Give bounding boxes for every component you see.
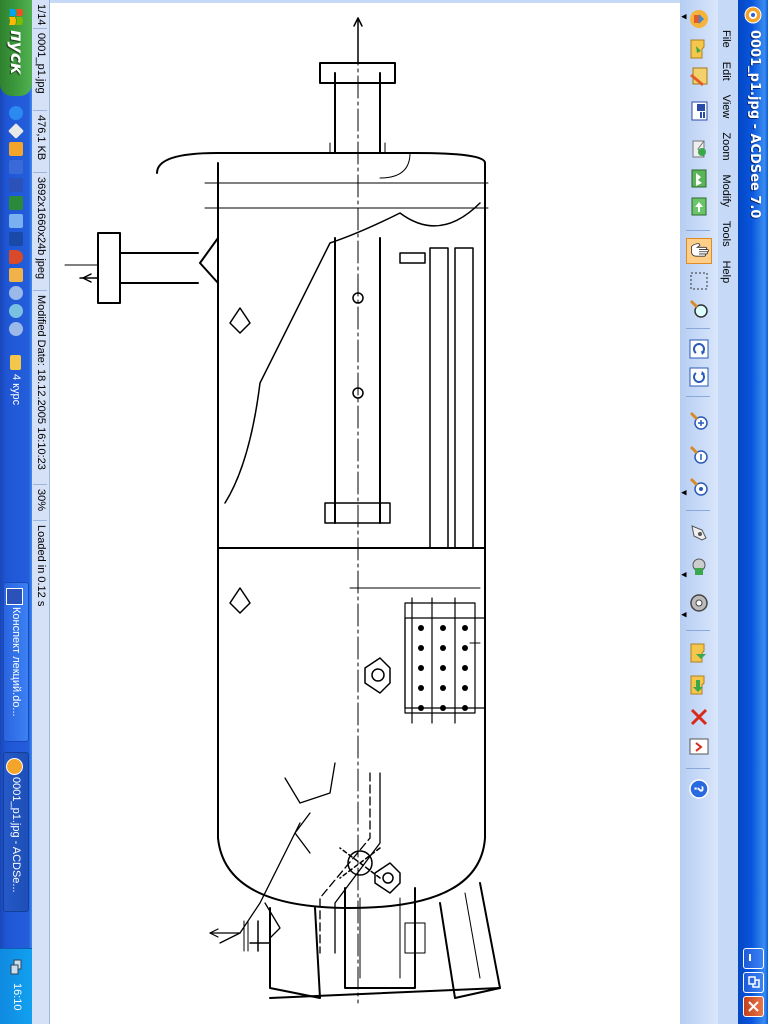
access-icon[interactable] <box>9 214 23 228</box>
zoom-tool-icon[interactable] <box>688 298 710 320</box>
task-label: Конспект лекций.do... <box>10 607 22 717</box>
restore-icon <box>748 976 760 988</box>
quicklaunch-icon[interactable] <box>9 304 23 318</box>
excel-icon[interactable] <box>9 196 23 210</box>
rotate-left-icon[interactable] <box>688 338 710 360</box>
menu-file[interactable]: File <box>720 0 735 55</box>
acdsee-task-icon <box>6 758 23 775</box>
quicklaunch-icon[interactable] <box>9 286 23 300</box>
edit-icon[interactable] <box>688 66 710 88</box>
clock[interactable]: 16:10 <box>11 983 23 1011</box>
quicklaunch-icon[interactable] <box>9 250 23 264</box>
browse-dropdown-icon[interactable]: ▼ <box>680 14 688 19</box>
status-load-time: Loaded in 0.12 s <box>33 520 47 607</box>
browse-icon[interactable] <box>688 8 710 30</box>
desktop: 0001_p1.jpg - ACDSee 7.0 FileEditViewZoo… <box>0 0 768 1024</box>
network-icon[interactable] <box>9 959 23 975</box>
menu-modify[interactable]: Modify <box>720 167 735 213</box>
task-label: 0001_p1.jpg - ACDSe... <box>10 777 22 893</box>
hand-tool-icon[interactable] <box>686 238 712 264</box>
zoom-in-icon[interactable] <box>688 410 710 432</box>
acdsee-app-icon <box>744 6 762 24</box>
minimize-button[interactable] <box>743 948 764 969</box>
copy-to-icon[interactable] <box>688 642 710 664</box>
filter-icon[interactable] <box>688 522 710 544</box>
zoom-fit-icon[interactable] <box>688 476 710 498</box>
menu-zoom[interactable]: Zoom <box>720 125 735 167</box>
status-zoom: 30% <box>33 484 47 512</box>
acquire-icon[interactable] <box>688 168 710 190</box>
zoom-dropdown-icon[interactable]: ▼ <box>680 490 688 495</box>
image-viewer[interactable] <box>50 0 680 1024</box>
menu-tools[interactable]: Tools <box>720 214 735 254</box>
open-icon[interactable] <box>688 38 710 60</box>
menu-view[interactable]: View <box>720 88 735 126</box>
toolbar-separator <box>686 630 710 631</box>
system-tray: 16:10 <box>0 948 32 1024</box>
start-button[interactable]: пуск <box>0 0 32 96</box>
word-icon[interactable] <box>9 178 23 192</box>
internet-explorer-icon[interactable] <box>9 106 23 120</box>
folder-label: 4 курс <box>10 374 22 406</box>
web-icon[interactable] <box>688 196 710 218</box>
slideshow-icon[interactable] <box>688 100 710 122</box>
quicklaunch-icon[interactable] <box>9 268 23 282</box>
word-document-icon <box>6 588 23 605</box>
delete-icon[interactable] <box>688 706 710 728</box>
window-title: 0001_p1.jpg - ACDSee 7.0 <box>747 30 762 219</box>
email-icon[interactable] <box>688 138 710 160</box>
help-icon[interactable]: ? <box>688 778 710 800</box>
toolbar-separator <box>686 328 710 329</box>
menu-bar: FileEditViewZoomModifyToolsHelp <box>718 0 738 1024</box>
taskbar: пуск 4 курс Конспект лекций.do... 0001_p… <box>0 0 32 1024</box>
minimize-icon <box>749 954 751 961</box>
acdsee-quicklaunch-icon[interactable] <box>9 142 23 156</box>
status-index: 1/14 <box>35 4 47 26</box>
zoom-out-icon[interactable] <box>688 444 710 466</box>
task-word-document[interactable]: Конспект лекций.do... <box>3 582 29 742</box>
wallpaper-icon[interactable] <box>688 556 710 578</box>
toolbar-separator <box>686 230 710 231</box>
toolbar-separator <box>686 510 710 511</box>
properties-icon[interactable] <box>688 736 710 758</box>
quicklaunch-icon[interactable] <box>9 322 23 336</box>
technical-drawing-image <box>64 17 501 1004</box>
rotate-right-icon[interactable] <box>688 366 710 388</box>
menu-edit[interactable]: Edit <box>720 55 735 88</box>
wallpaper-dropdown-icon[interactable]: ▼ <box>680 572 688 577</box>
toolbar: ▼ ▼ ▼ ▼ ? <box>679 0 718 1024</box>
task-acdsee[interactable]: 0001_p1.jpg - ACDSe... <box>3 752 29 912</box>
folder-toolbar-button[interactable]: 4 курс <box>3 350 29 420</box>
outlook-icon[interactable] <box>9 232 23 246</box>
maximize-button[interactable] <box>743 972 764 993</box>
status-filesize: 476,1 KB <box>33 110 47 161</box>
move-to-icon[interactable] <box>688 674 710 696</box>
select-tool-icon[interactable] <box>688 270 710 292</box>
cd-icon[interactable] <box>688 592 710 614</box>
folder-icon <box>10 355 21 370</box>
status-bar: 1/14 0001_p1.jpg 476,1 KB 3692x1660x24b … <box>31 0 50 1024</box>
svg-text:?: ? <box>692 786 706 793</box>
close-icon <box>748 1001 759 1012</box>
toolbar-separator <box>686 396 710 397</box>
status-filename: 0001_p1.jpg <box>33 28 47 94</box>
start-label: пуск <box>6 30 26 75</box>
title-bar[interactable]: 0001_p1.jpg - ACDSee 7.0 <box>738 0 768 1024</box>
cd-dropdown-icon[interactable]: ▼ <box>680 612 688 617</box>
app-quicklaunch-icon[interactable] <box>9 160 23 174</box>
close-button[interactable] <box>743 996 764 1017</box>
toolbar-separator <box>686 768 710 769</box>
screen: 0001_p1.jpg - ACDSee 7.0 FileEditViewZoo… <box>0 0 768 1024</box>
folder-shortcut-icon[interactable] <box>8 123 24 139</box>
menu-help[interactable]: Help <box>720 254 735 291</box>
windows-logo-icon <box>9 9 23 25</box>
status-dimensions: 3692x1660x24b jpeg <box>33 172 47 280</box>
status-modified-date: Modified Date: 18.12.2005 16:10:23 <box>33 290 47 470</box>
